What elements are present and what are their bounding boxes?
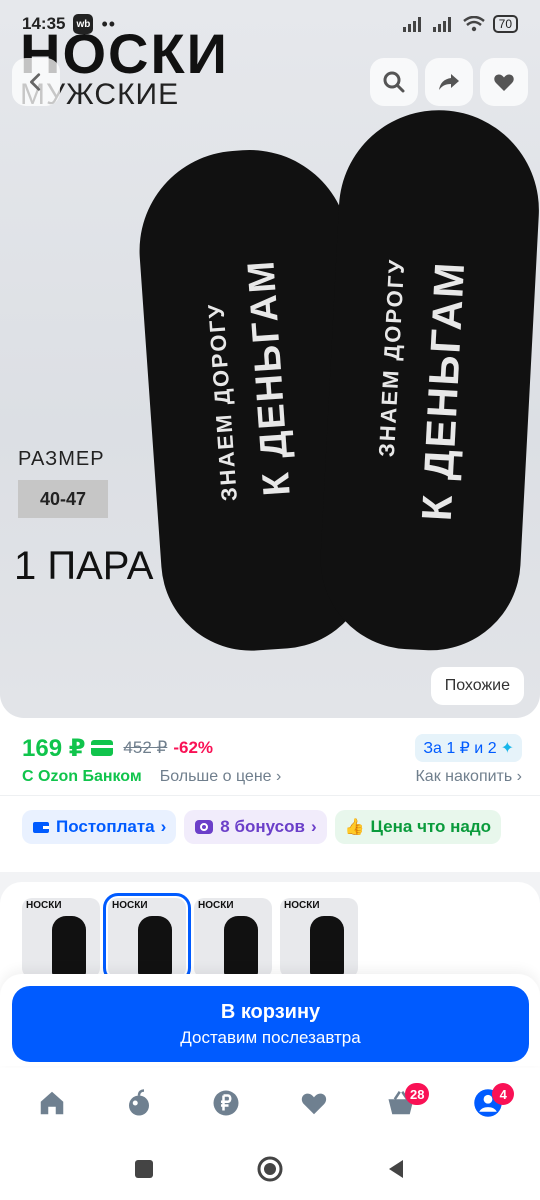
favorite-button[interactable] [480,58,528,106]
chip-good-price[interactable]: 👍 Цена что надо [334,810,502,844]
sparkle-icon: ✦ [500,740,514,757]
thumbnail-title: НОСКИ [198,900,234,911]
price-discount: -62% [173,738,214,757]
signal-icon-2 [432,17,451,32]
cart-button-title: В корзину [220,1000,321,1023]
back-button[interactable] [12,58,60,106]
sock-right-image: ЗНАЕМ ДОРОГУ К ДЕНЬГАМ [316,105,540,655]
thumbnail-title: НОСКИ [112,900,148,911]
product-image[interactable]: НОСКИ МУЖСКИЕ ЗНАЕМ ДОРОГУ К ДЕНЬГАМ ЗНА… [0,0,540,718]
thumbnail[interactable]: НОСКИ [280,898,358,978]
sock-right-text-big: К ДЕНЬГАМ [412,259,474,522]
system-navigation-bar [0,1138,540,1200]
similar-button[interactable]: Похожие [430,667,524,705]
price-sub-row: С Ozon Банком Больше о цене › Как накопи… [22,766,522,788]
back-system-button[interactable] [383,1156,409,1182]
nav-cart[interactable]: 28 [371,1079,431,1127]
add-to-cart-button[interactable]: В корзину Доставим послезавтра [12,986,529,1062]
profile-badge: 4 [492,1083,515,1105]
thumbnail-title: НОСКИ [284,900,320,911]
thumbnail-selected[interactable]: НОСКИ [103,893,191,983]
chip-bonuses-label: 8 бонусов [220,817,305,836]
nav-finance[interactable] [196,1079,256,1127]
hero-pairs-text: 1 ПАРА [14,544,154,588]
search-icon [383,71,405,93]
recent-apps-button[interactable] [131,1156,157,1182]
thumbnail-sock-image [138,916,172,978]
home-icon [40,1091,63,1115]
fresh-icon [128,1089,149,1116]
cart-button-subtitle: Доставим послезавтра [180,1027,361,1047]
price-current: 169 ₽ [22,734,86,762]
nav-home[interactable] [22,1079,82,1127]
chip-good-price-label: Цена что надо [370,817,492,836]
more-about-price-label: Больше о цене [159,768,272,785]
chip-postpay-label: Постоплата [56,817,155,836]
heart-icon [301,1093,326,1115]
sock-right-text-small: ЗНАЕМ ДОРОГУ [373,257,410,458]
chip-postpay[interactable]: Постоплата › [22,810,177,844]
thumbnail-sock-image [52,916,86,978]
nav-favorites[interactable] [284,1079,344,1127]
search-button[interactable] [370,58,418,106]
notification-dots: •• [101,13,117,34]
wallet-icon [33,822,49,833]
back-arrow-icon [30,73,41,91]
wifi-icon [462,16,485,32]
home-system-button[interactable] [257,1156,283,1182]
how-to-save-link[interactable]: Как накопить › [415,768,522,786]
bottom-nav: 28 4 [0,1068,540,1138]
bonus-icon [195,820,214,834]
ruble-icon [213,1090,239,1116]
heart-icon [494,74,514,91]
sock-left-text-big: К ДЕНЬГАМ [240,257,299,498]
thumbnail[interactable]: НОСКИ [194,898,272,978]
wb-app-icon: wb [73,14,94,34]
chip-bonuses[interactable]: 8 бонусов › [184,810,327,844]
hero-size-value: 40-47 [18,480,108,518]
thumbnail-sock-image [310,916,344,978]
thumbnail-strip: НОСКИ НОСКИ НОСКИ НОСКИ [22,893,358,983]
sock-left-text-small: ЗНАЕМ ДОРОГУ [203,301,242,503]
divider [0,795,540,796]
points-badge[interactable]: За 1 ₽ и 2 ✦ [415,734,522,762]
chevron-right-icon: › [310,817,317,836]
share-button[interactable] [425,58,473,106]
battery-indicator: 70 [492,15,518,33]
thumbs-up-icon: 👍 [344,819,365,836]
chevron-right-icon: › [516,768,522,785]
ozon-bank-label[interactable]: С Ozon Банком [22,768,142,786]
how-to-save-label: Как накопить [415,768,513,785]
chevron-right-icon: › [276,768,282,785]
status-bar: 14:35 wb •• 70 [0,0,540,48]
more-about-price-link[interactable]: Больше о цене › [160,768,282,786]
points-text: За 1 ₽ и 2 [423,740,497,757]
triangle-back-icon [389,1160,403,1178]
square-icon [135,1160,153,1178]
cart-count-badge: 28 [404,1083,430,1105]
thumbnail[interactable]: НОСКИ [22,898,100,978]
price-old: 452 ₽ [123,738,168,757]
price-row: 169 ₽ 452 ₽ -62% За 1 ₽ и 2 ✦ [22,732,522,764]
share-icon [439,74,459,90]
circle-icon [257,1156,283,1182]
nav-fresh[interactable] [109,1079,169,1127]
thumbnail-title: НОСКИ [26,900,62,911]
status-icons: 70 [402,15,518,33]
thumbnail-sock-image [224,916,258,978]
nav-profile[interactable]: 4 [458,1079,518,1127]
chevron-right-icon: › [160,817,167,836]
signal-icon [402,17,421,32]
feature-chips: Постоплата › 8 бонусов › 👍 Цена что надо [22,810,540,844]
hero-size-label: РАЗМЕР [18,448,105,470]
status-time: 14:35 [22,14,66,33]
card-icon [91,740,114,756]
